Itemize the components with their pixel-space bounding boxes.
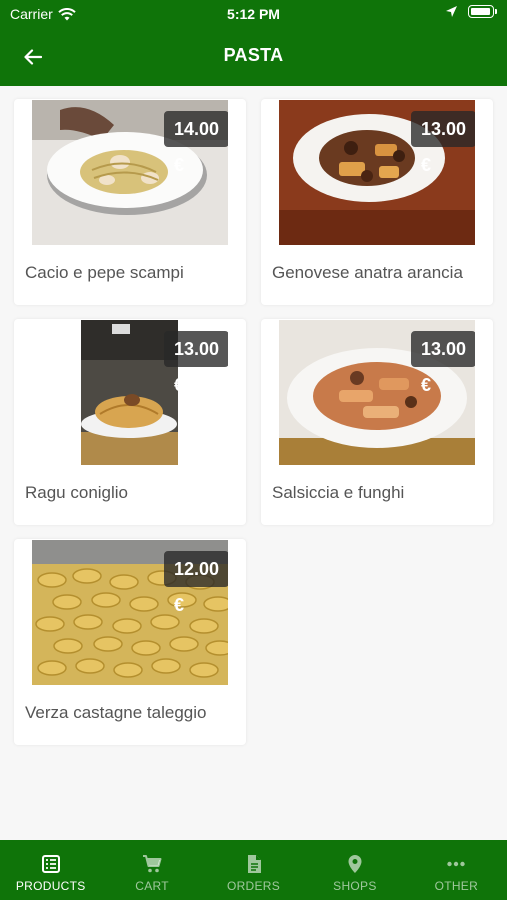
- product-name: Cacio e pepe scampi: [25, 263, 184, 282]
- location-arrow-icon: [446, 6, 457, 17]
- product-image: 13.00 €: [32, 320, 228, 465]
- cart-icon: [143, 855, 162, 873]
- price-badge: 12.00 €: [164, 551, 228, 615]
- status-time: 5:12 PM: [227, 6, 280, 22]
- product-name: Verza castagne taleggio: [25, 703, 207, 722]
- document-icon: [247, 855, 261, 873]
- product-card[interactable]: 13.00 € Genovese anatra arancia: [261, 99, 493, 305]
- tab-products[interactable]: PRODUCTS: [0, 840, 101, 900]
- tab-label: ORDERS: [226, 879, 281, 893]
- product-card[interactable]: 13.00 € Salsiccia e funghi: [261, 319, 493, 525]
- tab-label: OTHER: [434, 879, 479, 893]
- product-image: 13.00 €: [279, 100, 475, 245]
- page-title: PASTA: [223, 45, 284, 65]
- product-image: 13.00 €: [279, 320, 475, 465]
- product-name: Salsiccia e funghi: [272, 483, 405, 502]
- navigation-bar: PASTA: [0, 38, 507, 74]
- product-image: 14.00 €: [32, 100, 228, 245]
- product-card[interactable]: 12.00 € Verza castagne taleggio: [14, 539, 246, 745]
- status-bar: Carrier 5:12 PM: [0, 0, 507, 28]
- tab-cart[interactable]: CART: [101, 840, 202, 900]
- tab-bar: PRODUCTS CART ORDERS SHOPS OTHER: [0, 840, 507, 900]
- battery-icon: [468, 5, 494, 18]
- more-icon: [447, 861, 466, 867]
- status-indicators: [445, 5, 497, 18]
- price-badge: 13.00 €: [164, 331, 228, 395]
- tab-label: SHOPS: [333, 879, 377, 893]
- tab-other[interactable]: OTHER: [406, 840, 507, 900]
- price-badge: 13.00 €: [411, 331, 475, 395]
- list-icon: [41, 855, 60, 873]
- price-badge: 13.00 €: [411, 111, 475, 175]
- tab-label: PRODUCTS: [15, 879, 86, 893]
- tab-orders[interactable]: ORDERS: [203, 840, 304, 900]
- tab-label: CART: [135, 879, 169, 893]
- product-card[interactable]: 13.00 € Ragu coniglio: [14, 319, 246, 525]
- tab-shops[interactable]: SHOPS: [304, 840, 405, 900]
- location-pin-icon: [348, 855, 362, 873]
- app-header: Carrier 5:12 PM PASTA: [0, 0, 507, 86]
- product-name: Genovese anatra arancia: [272, 263, 463, 282]
- product-image: 12.00 €: [32, 540, 228, 685]
- product-name: Ragu coniglio: [25, 483, 129, 502]
- price-badge: 14.00 €: [164, 111, 228, 175]
- product-card[interactable]: 14.00 € Cacio e pepe scampi: [14, 99, 246, 305]
